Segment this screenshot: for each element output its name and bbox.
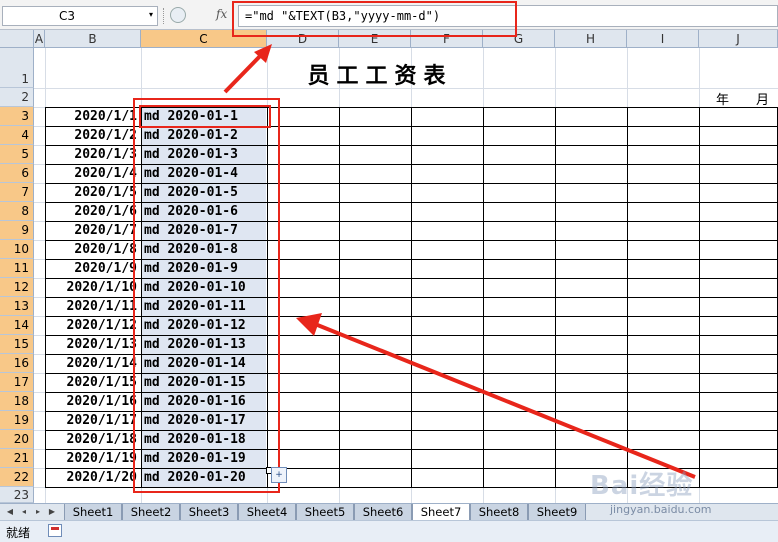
sheet-tab-sheet3[interactable]: Sheet3: [180, 504, 238, 521]
prev-sheet-icon[interactable]: ◂: [18, 505, 30, 519]
sheet-tab-sheet4[interactable]: Sheet4: [238, 504, 296, 521]
sheet-tab-sheet2[interactable]: Sheet2: [122, 504, 180, 521]
first-sheet-icon[interactable]: ◀: [4, 505, 16, 519]
baidu-watermark-logo: Bai经验: [590, 471, 694, 501]
status-bar: 就绪: [0, 520, 778, 542]
macro-record-icon[interactable]: [48, 524, 62, 537]
sheet-tab-sheet8[interactable]: Sheet8: [470, 504, 528, 521]
sheet-tab-sheet7[interactable]: Sheet7: [412, 504, 470, 521]
next-sheet-icon[interactable]: ▸: [32, 505, 44, 519]
autofill-options-icon[interactable]: +: [271, 467, 287, 483]
sheet-tab-sheet1[interactable]: Sheet1: [64, 504, 122, 521]
arrow-to-column: [314, 322, 696, 479]
sheet-tab-sheet9[interactable]: Sheet9: [528, 504, 586, 521]
watermark-url: jingyan.baidu.com: [610, 503, 712, 516]
sheet-tab-sheet5[interactable]: Sheet5: [296, 504, 354, 521]
annotation-arrows: [223, 44, 696, 479]
last-sheet-icon[interactable]: ▶: [46, 505, 58, 519]
ready-status: 就绪: [6, 526, 31, 540]
sheet-tab-sheet6[interactable]: Sheet6: [354, 504, 412, 521]
